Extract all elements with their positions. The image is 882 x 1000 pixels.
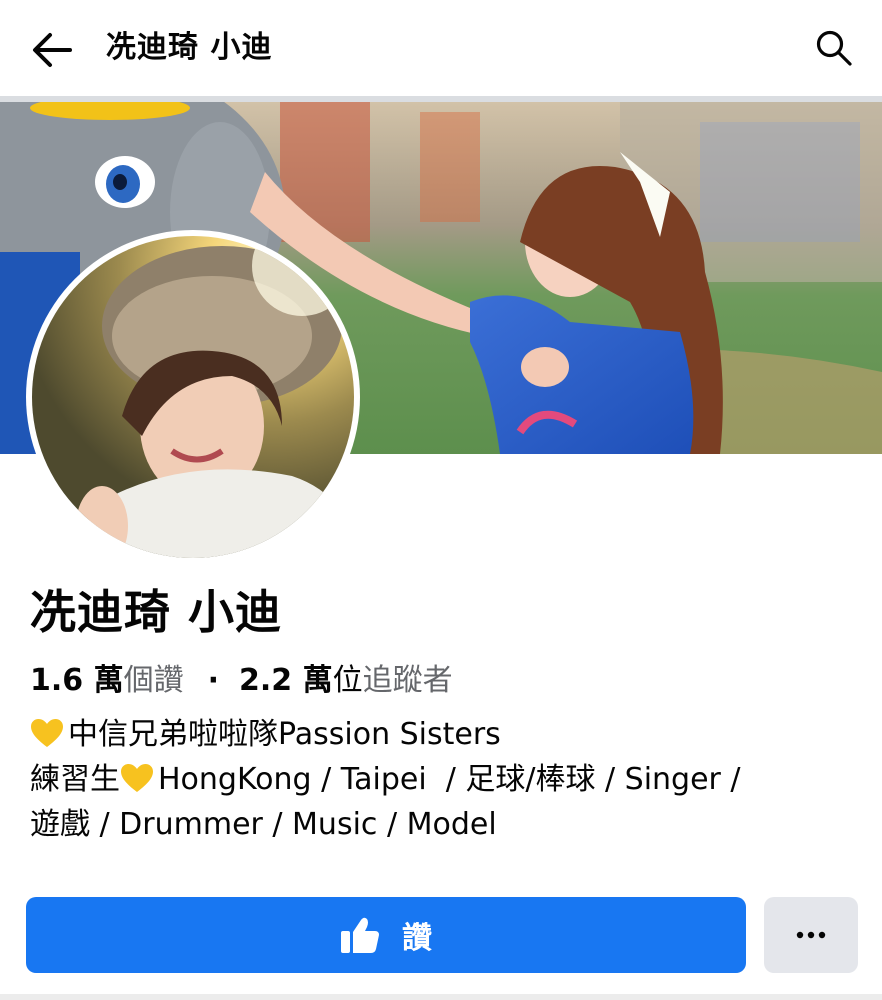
back-button[interactable]: [28, 26, 76, 74]
top-bar: 冼迪琦 小迪: [0, 0, 882, 97]
followers-count: 2.2 萬: [239, 663, 333, 698]
search-icon: [816, 30, 852, 66]
profile-avatar[interactable]: [26, 230, 360, 564]
profile-bio: 中信兄弟啦啦隊Passion Sisters 練習生 HongKong / Tai…: [30, 712, 850, 847]
likes-count: 1.6 萬: [30, 663, 124, 698]
profile-stats: 1.6 萬個讚 · 2.2 萬位追蹤者: [30, 660, 453, 702]
likes-label: 個讚: [123, 663, 184, 698]
followers-label-prefix: 位: [332, 663, 363, 698]
bottom-divider: [0, 994, 882, 1000]
bio-line-2: 練習生 HongKong / Taipei / 足球/棒球 / Singer /: [30, 757, 850, 802]
yellow-heart-icon: [121, 764, 153, 792]
bio-text-2: HongKong / Taipei / 足球/棒球 / Singer /: [158, 762, 741, 797]
followers-label: 追蹤者: [362, 663, 453, 698]
page-title: 冼迪琦 小迪: [106, 30, 273, 65]
like-button[interactable]: 讚: [26, 897, 746, 973]
bio-text-1: 中信兄弟啦啦隊Passion Sisters: [68, 717, 501, 752]
bio-line-1: 中信兄弟啦啦隊Passion Sisters: [30, 712, 850, 757]
more-dots-icon: [796, 931, 826, 939]
stats-separator: ·: [207, 663, 219, 698]
arrow-left-icon: [33, 33, 72, 67]
bio-line-3: 遊戲 / Drummer / Music / Model: [30, 807, 497, 842]
bio-text-2-prefix: 練習生: [30, 762, 120, 797]
profile-name: 冼迪琦 小迪: [30, 585, 283, 639]
like-label: 讚: [402, 921, 432, 956]
search-button[interactable]: [810, 24, 858, 72]
thumbs-up-icon: [341, 917, 379, 953]
yellow-heart-icon: [31, 719, 63, 747]
avatar-photo: [32, 236, 354, 558]
more-options-button[interactable]: [764, 897, 858, 973]
